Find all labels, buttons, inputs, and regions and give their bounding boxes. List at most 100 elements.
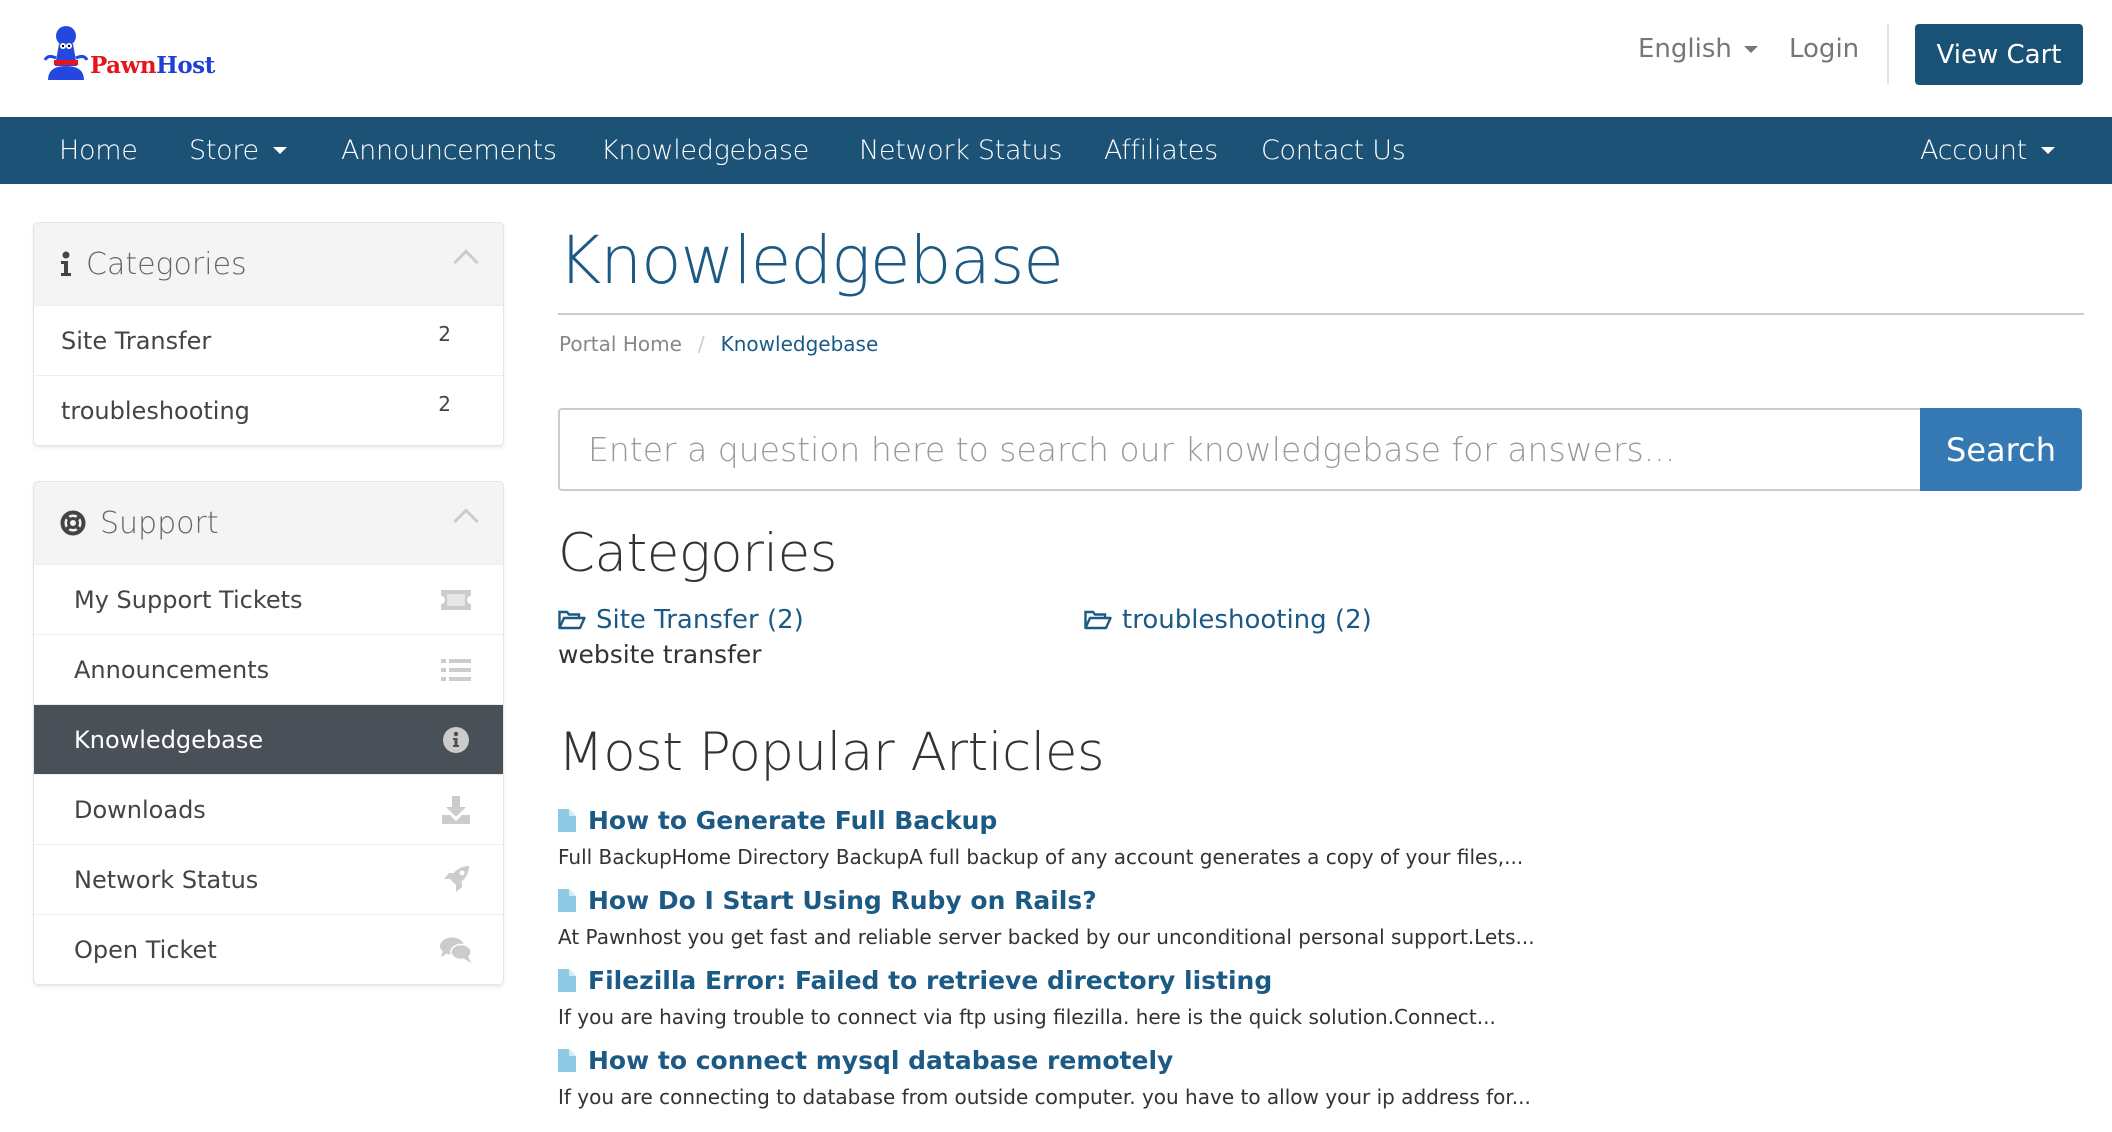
category-link-label: Site Transfer (2) [596,605,804,635]
category-description: website transfer [558,640,762,669]
sidebar-item-network-status[interactable]: Network Status [34,844,503,914]
categories-heading: Categories [558,523,837,584]
article-excerpt: At Pawnhost you get fast and reliable se… [558,925,1535,949]
sidebar-category-troubleshooting[interactable]: troubleshooting 2 [34,375,503,445]
caret-down-icon [2040,147,2055,154]
file-icon [558,889,576,912]
popular-articles-heading: Most Popular Articles [558,722,1105,783]
category-link-label: troubleshooting (2) [1122,605,1372,635]
nav-home-label: Home [59,135,138,166]
article-link[interactable]: Filezilla Error: Failed to retrieve dire… [558,966,1758,995]
article-item: Filezilla Error: Failed to retrieve dire… [558,966,1758,1029]
category-label: troubleshooting [61,396,250,425]
article-title: Filezilla Error: Failed to retrieve dire… [588,966,1273,995]
logo-text: PawnHost [90,52,215,79]
life-ring-icon [60,510,86,536]
category-link-site-transfer[interactable]: Site Transfer (2) [558,605,804,635]
site-header: PawnHost English Login View Cart [0,0,2112,117]
comments-icon [439,935,473,965]
caret-down-icon [1743,45,1758,53]
breadcrumb-portal-home[interactable]: Portal Home [559,332,682,356]
nav-network-status[interactable]: Network Status [859,117,1062,184]
article-excerpt: Full BackupHome Directory BackupA full b… [558,845,1524,869]
sidebar-item-knowledgebase[interactable]: Knowledgebase [34,704,503,774]
sidebar-item-label: My Support Tickets [74,585,303,614]
kb-search-input[interactable] [558,408,1920,491]
language-dropdown[interactable]: English [1638,34,1758,64]
info-icon [61,251,71,276]
sidebar-category-site-transfer[interactable]: Site Transfer 2 [34,305,503,375]
article-item: How to Generate Full Backup Full BackupH… [558,806,1758,869]
article-link[interactable]: How Do I Start Using Ruby on Rails? [558,886,1758,915]
article-excerpt: If you are having trouble to connect via… [558,1005,1496,1029]
title-divider [558,313,2084,315]
support-panel-heading[interactable]: Support [34,482,503,564]
file-icon [558,809,576,832]
logo-text-pawn: Pawn [90,52,157,79]
article-title: How to Generate Full Backup [588,806,998,835]
folder-open-icon [558,610,586,630]
nav-store[interactable]: Store [189,117,287,184]
folder-open-icon [1084,610,1112,630]
nav-contact-us-label: Contact Us [1261,135,1406,166]
page-title: Knowledgebase [558,222,1064,299]
category-count-badge: 2 [438,322,451,346]
category-label: Site Transfer [61,326,212,355]
main-nav: Home Store Announcements Knowledgebase N… [0,117,2112,184]
logo[interactable]: PawnHost [42,24,222,84]
sidebar-item-label: Network Status [74,865,259,894]
file-icon [558,1049,576,1072]
article-title: How to connect mysql database remotely [588,1046,1174,1075]
support-panel: Support My Support Tickets Announcements… [33,481,504,985]
file-icon [558,969,576,992]
article-excerpt: If you are connecting to database from o… [558,1085,1531,1109]
caret-down-icon [272,147,287,154]
nav-contact-us[interactable]: Contact Us [1261,117,1406,184]
article-link[interactable]: How to connect mysql database remotely [558,1046,1758,1075]
category-count-badge: 2 [438,392,451,416]
nav-knowledgebase[interactable]: Knowledgebase [601,117,809,184]
categories-panel-title: Categories [86,246,247,282]
sidebar-item-label: Downloads [74,795,206,824]
breadcrumb-current[interactable]: Knowledgebase [721,332,879,356]
nav-affiliates[interactable]: Affiliates [1104,117,1218,184]
category-link-troubleshooting[interactable]: troubleshooting (2) [1084,605,1372,635]
list-icon [439,655,473,685]
nav-announcements-label: Announcements [341,135,557,166]
sidebar-item-downloads[interactable]: Downloads [34,774,503,844]
nav-announcements[interactable]: Announcements [341,117,557,184]
nav-store-label: Store [189,135,259,166]
nav-knowledgebase-label: Knowledgebase [601,135,809,166]
login-link[interactable]: Login [1789,34,1859,64]
breadcrumb: Portal Home / Knowledgebase [559,332,878,356]
info-circle-icon [439,725,473,755]
sidebar-item-open-ticket[interactable]: Open Ticket [34,914,503,984]
logo-text-host: Host [156,52,215,79]
chevron-up-icon[interactable] [453,508,479,534]
nav-affiliates-label: Affiliates [1104,135,1218,166]
support-panel-title: Support [100,505,219,541]
nav-account[interactable]: Account [1920,117,2055,184]
article-item: How to connect mysql database remotely I… [558,1046,1758,1109]
pawn-mascot-icon [43,26,89,80]
nav-network-status-label: Network Status [859,135,1063,166]
language-label: English [1638,34,1732,64]
categories-panel-heading[interactable]: Categories [34,223,503,305]
nav-home[interactable]: Home [59,117,138,184]
article-link[interactable]: How to Generate Full Backup [558,806,1758,835]
sidebar-item-announcements[interactable]: Announcements [34,634,503,704]
search-button[interactable]: Search [1920,408,2082,491]
header-divider [1887,24,1889,84]
sidebar-item-label: Knowledgebase [74,725,264,754]
breadcrumb-separator: / [697,332,705,356]
sidebar-item-label: Announcements [74,655,270,684]
chevron-up-icon[interactable] [453,249,479,275]
article-title: How Do I Start Using Ruby on Rails? [588,886,1097,915]
sidebar-item-label: Open Ticket [74,935,217,964]
ticket-icon [439,585,473,615]
view-cart-button[interactable]: View Cart [1915,24,2083,85]
article-item: How Do I Start Using Ruby on Rails? At P… [558,886,1758,949]
download-icon [439,795,473,825]
sidebar-item-my-support-tickets[interactable]: My Support Tickets [34,564,503,634]
nav-account-label: Account [1920,135,2027,166]
